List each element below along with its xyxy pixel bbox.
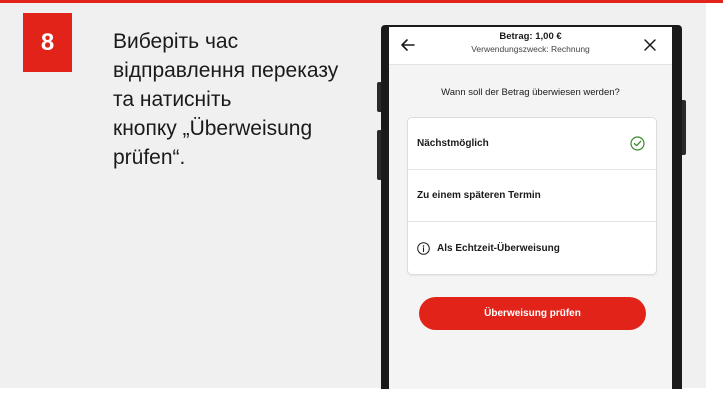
instruction-line: та натисніть — [113, 88, 232, 111]
close-icon[interactable] — [641, 36, 659, 54]
step-number-badge: 8 — [23, 13, 72, 72]
step-instruction: Виберіть час відправлення переказу та на… — [113, 27, 375, 172]
instruction-line: Виберіть час — [113, 30, 239, 53]
instruction-line: кнопку „Überweisung — [113, 117, 313, 140]
instruction-line: відправлення переказу — [113, 59, 339, 82]
timing-question: Wann soll der Betrag überwiesen werden? — [441, 87, 620, 98]
instruction-line: prüfen“. — [113, 146, 186, 169]
check-transfer-button[interactable]: Überweisung prüfen — [419, 297, 646, 330]
purpose-subtitle: Verwendungszweck: Rechnung — [471, 44, 590, 54]
arrow-left-icon[interactable] — [399, 36, 417, 54]
check-circle-icon — [630, 136, 645, 151]
option-label: Als Echtzeit-Überweisung — [437, 242, 560, 254]
option-label: Zu einem späteren Termin — [417, 190, 541, 201]
timing-options-card: Nächstmöglich Zu einem späteren Termin A… — [407, 117, 657, 275]
option-label: Nächstmöglich — [417, 138, 489, 149]
option-nachstmoglich[interactable]: Nächstmöglich — [408, 118, 656, 170]
info-icon[interactable] — [417, 241, 430, 255]
phone-screen: Betrag: 1,00 € Verwendungszweck: Rechnun… — [389, 27, 672, 389]
amount-title: Betrag: 1,00 € — [499, 31, 562, 42]
option-later-date[interactable]: Zu einem späteren Termin — [408, 170, 656, 222]
option-instant-transfer[interactable]: Als Echtzeit-Überweisung — [408, 222, 656, 274]
phone-power-button — [682, 100, 686, 155]
transfer-header: Betrag: 1,00 € Verwendungszweck: Rechnun… — [389, 27, 672, 65]
